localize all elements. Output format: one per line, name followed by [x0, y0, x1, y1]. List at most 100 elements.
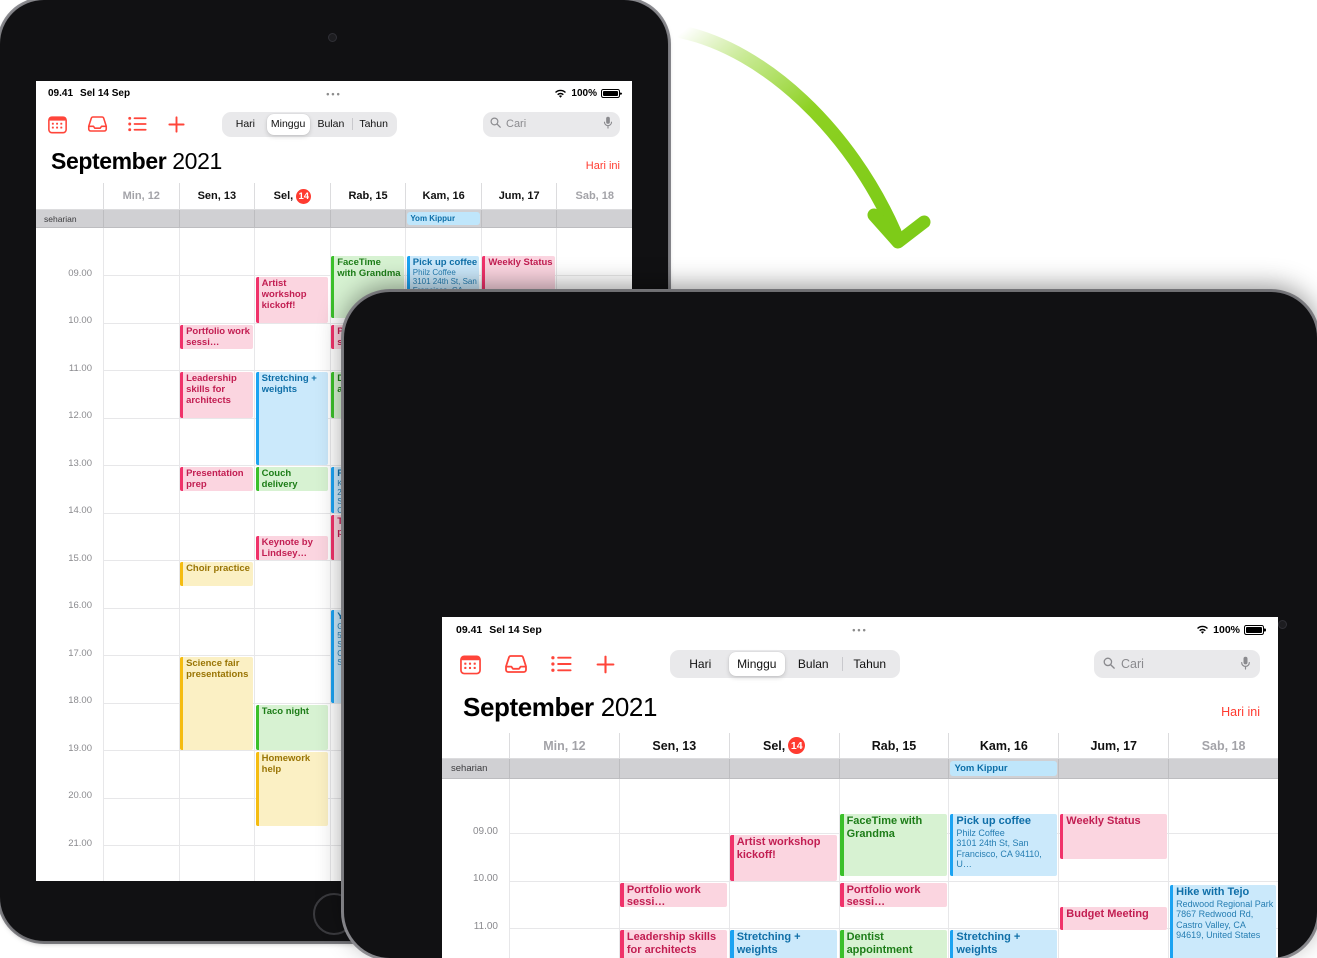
all-day-cell-3[interactable] [838, 759, 949, 778]
day-label: Rab, 15 [348, 190, 388, 202]
multitask-dots-icon[interactable]: ••• [36, 89, 632, 99]
calendar-grid[interactable]: 09.0010.0011.0012.0013.0014.0015.0016.00… [442, 779, 1278, 958]
all-day-cell-4[interactable]: Yom Kippur [948, 759, 1058, 778]
event-body: FaceTime with Grandma [337, 257, 404, 279]
event-color-bar [331, 467, 335, 513]
calendar-event[interactable]: Hike with TejoRedwood Regional Park 7867… [1169, 885, 1277, 958]
calendar-event[interactable]: Portfolio work sessi… [620, 882, 728, 907]
day-col-5[interactable]: Jum, 17 [480, 183, 557, 209]
calendar-icon[interactable] [460, 654, 481, 675]
calendar-event[interactable]: Choir practice [180, 562, 253, 587]
all-day-cell-0[interactable] [103, 210, 179, 227]
tab-tahun[interactable]: Tahun [352, 114, 395, 135]
calendar-event[interactable]: Weekly Status [1059, 814, 1167, 860]
calendar-event[interactable]: Stretching + weights [949, 930, 1057, 958]
day-col-6[interactable]: Sab, 18 [556, 183, 632, 209]
tab-hari[interactable]: Hari [672, 652, 729, 676]
microphone-icon[interactable] [1240, 656, 1251, 673]
event-title: Portfolio work sessi… [626, 883, 701, 907]
event-title: Artist workshop kickoff! [261, 278, 307, 312]
calendar-event[interactable]: Dentist appointment [840, 930, 947, 958]
day-col-0[interactable]: Min, 12 [103, 183, 179, 209]
today-button[interactable]: Hari ini [586, 160, 620, 172]
event-title: Presentation prep [186, 468, 244, 491]
calendar-event[interactable]: Artist workshop kickoff! [730, 835, 838, 881]
hour-label: 17.00 [68, 647, 92, 659]
day-label: Kam, 16 [422, 190, 465, 202]
calendar-event[interactable]: Homework help [255, 752, 329, 826]
all-day-cell-3[interactable] [329, 210, 406, 227]
day-col-0[interactable]: Min, 12 [509, 733, 619, 758]
plus-icon[interactable] [167, 115, 186, 134]
day-col-6[interactable]: Sab, 18 [1168, 733, 1278, 758]
all-day-cell-5[interactable] [480, 210, 557, 227]
calendar-event[interactable]: Keynote by Lindsey… [255, 536, 329, 560]
all-day-event[interactable]: Yom Kippur [407, 212, 480, 225]
all-day-cell-2[interactable] [728, 759, 839, 778]
inbox-icon[interactable] [87, 115, 108, 133]
all-day-cell-1[interactable] [178, 210, 255, 227]
event-body: Hike with TejoRedwood Regional Park 7867… [1176, 886, 1276, 941]
tab-minggu[interactable]: Minggu [266, 113, 310, 135]
view-segmented-control[interactable]: Hari Minggu Bulan Tahun [222, 111, 397, 137]
calendar-event[interactable]: Leadership skills for architects [620, 930, 728, 958]
all-day-event[interactable]: Yom Kippur [950, 761, 1058, 776]
day-col-2-today[interactable]: Sel, 14 [254, 183, 330, 209]
inbox-icon[interactable] [504, 654, 528, 674]
day-col-1[interactable]: Sen, 13 [618, 733, 729, 758]
search-icon [490, 117, 501, 131]
day-col-3[interactable]: Rab, 15 [838, 733, 949, 758]
list-icon[interactable] [551, 655, 572, 673]
tab-tahun[interactable]: Tahun [841, 652, 899, 676]
day-col-5[interactable]: Jum, 17 [1058, 733, 1168, 758]
search-input[interactable]: Cari [483, 111, 620, 137]
event-body: Dentist appointment [847, 931, 947, 956]
day-col-2-today[interactable]: Sel, 14 [728, 733, 839, 758]
tab-hari[interactable]: Hari [224, 114, 267, 135]
all-day-label: seharian [451, 763, 488, 774]
day-col-4[interactable]: Kam, 16 [948, 733, 1058, 758]
calendar-event[interactable]: Stretching + weights [730, 930, 838, 958]
calendar-event[interactable]: Couch delivery [255, 467, 329, 492]
calendar-icon[interactable] [48, 115, 67, 134]
title-year: 2021 [600, 692, 658, 722]
plus-icon[interactable] [595, 654, 616, 675]
microphone-icon[interactable] [603, 116, 613, 132]
event-color-bar [255, 277, 259, 323]
calendar-event[interactable]: FaceTime with Grandma [840, 814, 947, 876]
day-label: Sen, 13 [197, 190, 237, 202]
hour-label: 19.00 [68, 742, 92, 754]
tab-bulan[interactable]: Bulan [785, 652, 842, 676]
all-day-cell-6[interactable] [1168, 759, 1278, 778]
list-icon[interactable] [128, 116, 147, 132]
calendar-event[interactable]: Portfolio work sessi… [840, 882, 947, 907]
day-col-1[interactable]: Sen, 13 [178, 183, 255, 209]
calendar-event[interactable]: Budget Meeting [1059, 906, 1167, 931]
multitask-dots-icon[interactable]: ••• [442, 625, 1278, 635]
search-input[interactable]: Cari [1094, 650, 1260, 678]
calendar-event[interactable]: Taco night [255, 704, 329, 750]
calendar-event[interactable]: Stretching + weights [255, 372, 329, 465]
view-segmented-control[interactable]: Hari Minggu Bulan Tahun [670, 650, 900, 678]
all-day-cell-2[interactable] [254, 210, 330, 227]
tab-minggu[interactable]: Minggu [728, 652, 785, 676]
calendar-event[interactable]: Portfolio work sessi… [180, 324, 253, 349]
calendar-event[interactable]: Pick up coffee Philz Coffee 3101 24th St,… [949, 814, 1057, 876]
all-day-cell-4[interactable]: Yom Kippur [405, 210, 481, 227]
calendar-event[interactable]: Presentation prep [180, 467, 253, 492]
all-day-cell-1[interactable] [618, 759, 729, 778]
day-col-3[interactable]: Rab, 15 [329, 183, 406, 209]
search-placeholder: Cari [506, 118, 527, 130]
day-header-row: Min, 12 Sen, 13 Sel, 14 Rab, 15 Kam, 16 … [442, 733, 1278, 759]
all-day-cell-0[interactable] [509, 759, 619, 778]
event-title: Science fair presentations [186, 658, 249, 681]
calendar-event[interactable]: Artist workshop kickoff! [255, 277, 329, 323]
day-col-4[interactable]: Kam, 16 [405, 183, 481, 209]
calendar-event[interactable]: Science fair presentations [180, 657, 253, 750]
all-day-cell-6[interactable] [556, 210, 632, 227]
all-day-cell-5[interactable] [1058, 759, 1168, 778]
event-color-bar [949, 814, 954, 876]
calendar-event[interactable]: Leadership skills for architects [180, 372, 253, 418]
tab-bulan[interactable]: Bulan [310, 114, 353, 135]
today-button[interactable]: Hari ini [1221, 705, 1260, 719]
